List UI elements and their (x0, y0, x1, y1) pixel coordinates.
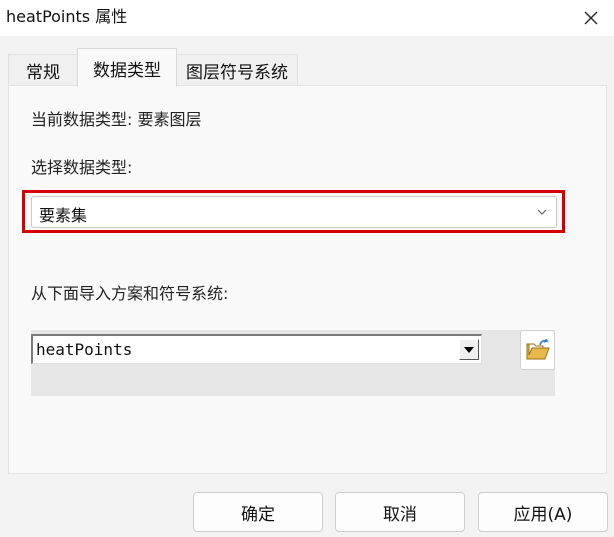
folder-open-icon (526, 339, 550, 360)
tab-label: 图层符号系统 (186, 63, 288, 83)
scheme-select-value: heatPoints (36, 340, 133, 359)
browse-folder-button[interactable] (520, 330, 555, 370)
tab-data-type[interactable]: 数据类型 (77, 48, 177, 87)
properties-dialog: heatPoints 属性 常规 数据类型 图层符号系统 当前数据类型: 要素图… (0, 0, 614, 537)
close-icon (584, 11, 598, 25)
tab-strip: 常规 数据类型 图层符号系统 (8, 48, 608, 87)
tab-label: 常规 (26, 63, 60, 83)
import-scheme-label: 从下面导入方案和符号系统: (31, 284, 229, 303)
scheme-dropdown-button[interactable] (459, 339, 479, 360)
data-type-select[interactable]: 要素集 (31, 196, 557, 228)
apply-button[interactable]: 应用(A) (478, 492, 608, 532)
tab-general[interactable]: 常规 (8, 54, 78, 86)
title-bar: heatPoints 属性 (0, 0, 614, 36)
cancel-button[interactable]: 取消 (335, 492, 465, 532)
tab-layer-symbology[interactable]: 图层符号系统 (176, 54, 298, 86)
select-data-type-label: 选择数据类型: (31, 158, 133, 177)
scheme-select[interactable]: heatPoints (31, 334, 482, 364)
data-type-panel: 当前数据类型: 要素图层 选择数据类型: 要素集 从下面导入方案和符号系统: h… (8, 85, 607, 474)
tab-label: 数据类型 (93, 60, 161, 81)
ok-button[interactable]: 确定 (193, 492, 323, 532)
data-type-select-value: 要素集 (39, 206, 88, 225)
close-button[interactable] (568, 0, 614, 36)
window-title: heatPoints 属性 (6, 7, 128, 26)
dropdown-arrow-icon (464, 346, 474, 353)
current-data-type-label: 当前数据类型: 要素图层 (31, 110, 202, 129)
chevron-down-icon (537, 209, 547, 215)
